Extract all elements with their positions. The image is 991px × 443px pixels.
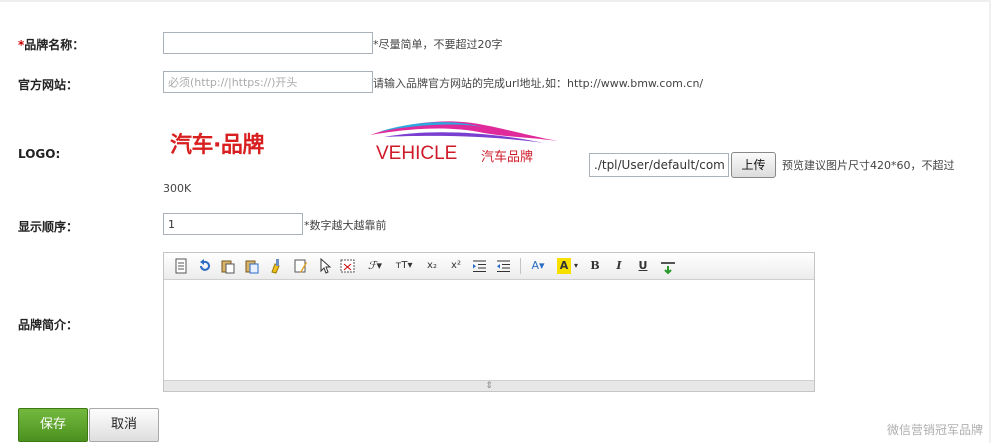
- logo-path-input[interactable]: [589, 153, 729, 177]
- rich-text-editor: ℱ▾ тT▾ x₂ x² A▾ A ▾ B I U ⇕: [163, 252, 815, 392]
- top-border: [0, 0, 991, 2]
- select-all-icon[interactable]: [340, 258, 355, 274]
- editor-resize-handle[interactable]: ⇕: [164, 380, 814, 391]
- order-hint: *数字越大越靠前: [304, 219, 387, 232]
- underline-icon[interactable]: U: [636, 258, 650, 274]
- subscript-icon[interactable]: x₂: [424, 258, 440, 274]
- italic-icon[interactable]: I: [612, 258, 626, 274]
- website-hint: 请输入品牌官方网站的完成url地址,如：http://www.bmw.com.c…: [373, 77, 704, 90]
- select-pointer-icon[interactable]: [319, 258, 331, 274]
- logo-sample-cn: 汽车·品牌: [170, 133, 264, 158]
- brand-name-input[interactable]: [163, 32, 373, 54]
- superscript-icon[interactable]: x²: [448, 258, 464, 274]
- save-button[interactable]: 保存: [18, 408, 88, 442]
- highlight-color-icon[interactable]: A: [557, 258, 571, 274]
- outdent-icon[interactable]: [496, 258, 511, 274]
- website-label: 官方网站：: [18, 78, 79, 92]
- paste-text-icon[interactable]: [245, 258, 260, 274]
- logo-sample-en: VEHICLE: [376, 143, 458, 164]
- source-code-icon[interactable]: [174, 258, 188, 274]
- logo-hint-cont: 300K: [163, 182, 192, 195]
- logo-sample-en-cn: 汽车品牌: [481, 150, 534, 165]
- brand-name-hint: *尽量简单，不要超过20字: [373, 38, 503, 51]
- intro-label: 品牌简介：: [18, 318, 79, 332]
- indent-icon[interactable]: [472, 258, 487, 274]
- intro-editor-body[interactable]: [164, 280, 814, 380]
- font-color-icon[interactable]: A▾: [528, 258, 548, 274]
- highlight-dropdown-icon[interactable]: ▾: [571, 258, 581, 274]
- font-size-icon[interactable]: тT▾: [392, 258, 416, 274]
- bold-icon[interactable]: B: [588, 258, 602, 274]
- website-input[interactable]: [163, 71, 373, 93]
- clear-format-icon[interactable]: [269, 258, 283, 274]
- upload-button[interactable]: 上传: [731, 152, 776, 178]
- brand-name-label: *品牌名称：: [18, 38, 85, 52]
- order-input[interactable]: [163, 213, 303, 235]
- order-label: 显示顺序：: [18, 220, 79, 234]
- undo-icon[interactable]: [197, 258, 211, 274]
- toolbar-separator: [520, 258, 521, 274]
- font-family-icon[interactable]: ℱ▾: [364, 258, 386, 274]
- cancel-button[interactable]: 取消: [89, 408, 159, 442]
- logo-hint: 预览建议图片尺寸420*60，不超过: [782, 159, 955, 172]
- editor-toolbar: ℱ▾ тT▾ x₂ x² A▾ A ▾ B I U: [164, 253, 814, 280]
- logo-label: LOGO:: [18, 147, 61, 161]
- insert-line-icon[interactable]: [660, 258, 676, 274]
- format-brush-icon[interactable]: [293, 258, 308, 274]
- watermark-text: 微信营销冠军品牌: [886, 423, 983, 437]
- paste-icon[interactable]: [221, 258, 236, 274]
